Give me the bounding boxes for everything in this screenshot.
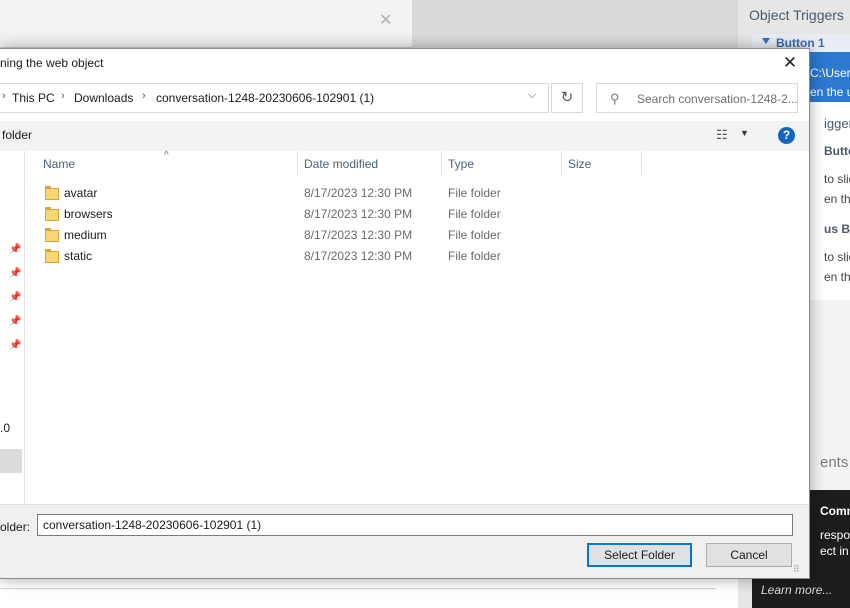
file-date: 8/17/2023 12:30 PM: [304, 228, 413, 242]
trigger-item-line: to slide: [824, 250, 850, 264]
promo-text: ect in th: [820, 544, 850, 558]
help-icon[interactable]: ?: [778, 127, 795, 144]
background-gray-area: [412, 0, 738, 48]
breadcrumb-current-folder[interactable]: conversation-1248-20230606-102901 (1): [156, 91, 374, 105]
background-bottom-bar: [0, 588, 716, 608]
pin-icon[interactable]: 📌: [9, 292, 21, 303]
column-divider[interactable]: [297, 151, 298, 175]
pin-icon[interactable]: 📌: [9, 268, 21, 279]
view-options-icon[interactable]: ☷: [716, 127, 728, 143]
nav-item-label[interactable]: .0: [0, 421, 10, 435]
file-type: File folder: [448, 228, 501, 242]
file-date: 8/17/2023 12:30 PM: [304, 186, 413, 200]
folder-field-label: older:: [0, 520, 31, 534]
file-type: File folder: [448, 207, 501, 221]
selected-trigger-path: C:\Users: [810, 66, 850, 80]
panel-title: Object Triggers: [749, 7, 844, 23]
chevron-down-icon[interactable]: ⌵: [528, 89, 536, 102]
chevron-right-icon[interactable]: ›: [61, 90, 65, 102]
select-folder-dialog: ning the web object ✕ › This PC › Downlo…: [0, 48, 810, 579]
file-name: medium: [64, 228, 107, 242]
search-placeholder: Search conversation-1248-2...: [637, 92, 798, 106]
column-date-modified[interactable]: Date modified: [304, 157, 378, 171]
folder-field[interactable]: [37, 514, 793, 536]
chevron-down-icon[interactable]: ▼: [740, 128, 749, 138]
file-name: static: [64, 249, 93, 263]
learn-more-link[interactable]: Learn more...: [761, 583, 832, 597]
folder-icon: [45, 207, 59, 221]
file-name: avatar: [64, 186, 98, 200]
trigger-item-line: en the u: [824, 192, 850, 206]
file-date: 8/17/2023 12:30 PM: [304, 249, 413, 263]
expand-arrow-icon: [762, 38, 770, 44]
close-icon[interactable]: ✕: [775, 52, 805, 76]
folder-icon: [45, 228, 59, 242]
file-row[interactable]: static 8/17/2023 12:30 PM File folder: [26, 246, 646, 267]
refresh-button[interactable]: ↻: [551, 83, 583, 113]
pin-icon[interactable]: 📌: [9, 244, 21, 255]
search-input[interactable]: ⚲ Search conversation-1248-2...: [596, 83, 798, 113]
address-bar[interactable]: › This PC › Downloads › conversation-124…: [0, 83, 549, 113]
file-date: 8/17/2023 12:30 PM: [304, 207, 413, 221]
column-name[interactable]: Name: [43, 157, 75, 171]
pin-icon[interactable]: 📌: [9, 340, 21, 351]
column-type[interactable]: Type: [448, 157, 474, 171]
chevron-right-icon[interactable]: ›: [142, 90, 146, 102]
column-size[interactable]: Size: [568, 157, 591, 171]
refresh-icon: ↻: [560, 89, 574, 106]
trigger-item-line: to slide: [824, 172, 850, 186]
navigation-pane: 📌 📌 📌 📌 📌 .0: [0, 151, 25, 504]
background-header: ✕: [0, 0, 412, 48]
breadcrumb-this-pc[interactable]: This PC: [12, 91, 55, 105]
sort-ascending-icon: ^: [164, 150, 169, 161]
pin-icon[interactable]: 📌: [9, 316, 21, 327]
selected-trigger-desc: en the u: [810, 85, 850, 99]
cancel-button[interactable]: Cancel: [706, 543, 792, 567]
search-icon: ⚲: [610, 91, 620, 106]
file-type: File folder: [448, 186, 501, 200]
promo-title: Comme: [820, 504, 850, 518]
folder-icon: [45, 186, 59, 200]
new-folder-button[interactable]: folder: [2, 128, 32, 142]
file-row[interactable]: browsers 8/17/2023 12:30 PM File folder: [26, 204, 646, 225]
comments-title: ents: [820, 454, 849, 471]
triggers-header: iggers: [824, 116, 850, 131]
command-bar: folder ☷ ▼ ?: [0, 121, 809, 151]
column-header: ^ Name Date modified Type Size: [26, 150, 809, 175]
dialog-title: ning the web object: [0, 56, 104, 70]
column-divider[interactable]: [441, 151, 442, 175]
column-divider[interactable]: [641, 151, 642, 175]
chevron-right-icon[interactable]: ›: [2, 90, 6, 102]
dialog-footer: older: Select Folder Cancel ⠿: [0, 504, 809, 578]
trigger-item-title[interactable]: Button /: [824, 144, 850, 158]
file-name: browsers: [64, 207, 113, 221]
resize-grip-icon[interactable]: ⠿: [793, 564, 800, 575]
file-row[interactable]: avatar 8/17/2023 12:30 PM File folder: [26, 183, 646, 204]
file-row[interactable]: medium 8/17/2023 12:30 PM File folder: [26, 225, 646, 246]
trigger-item-line: en the u: [824, 270, 850, 284]
file-type: File folder: [448, 249, 501, 263]
promo-text: respon: [820, 528, 850, 542]
folder-icon: [45, 249, 59, 263]
nav-item-selected[interactable]: [0, 449, 22, 473]
trigger-item-title[interactable]: us Butt: [824, 222, 850, 236]
column-divider[interactable]: [561, 151, 562, 175]
select-folder-button[interactable]: Select Folder: [587, 543, 692, 567]
background-close-icon[interactable]: ✕: [379, 10, 392, 30]
breadcrumb-downloads[interactable]: Downloads: [74, 91, 133, 105]
